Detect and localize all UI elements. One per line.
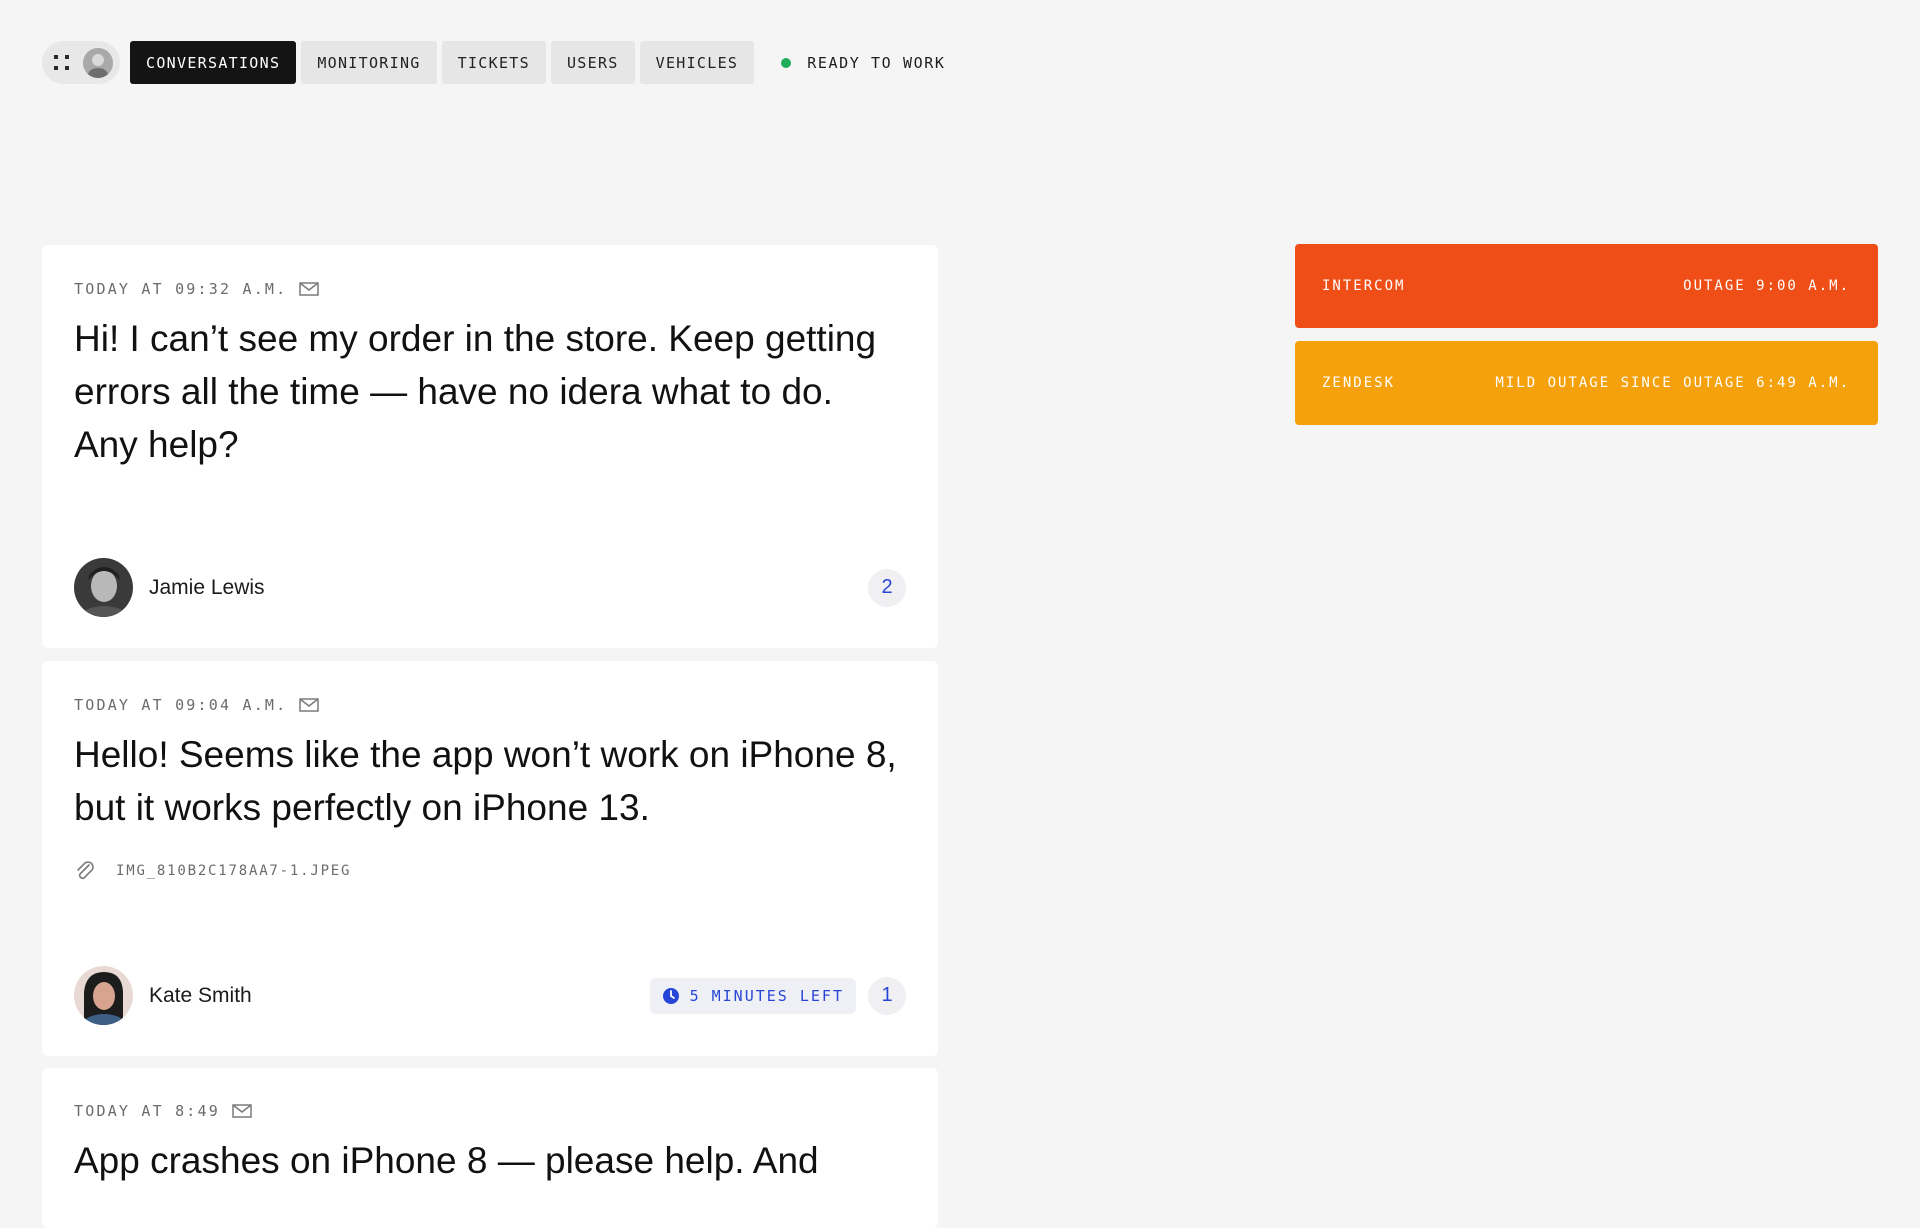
agent-status[interactable]: READY TO WORK [781,54,945,72]
top-navigation: CONVERSATIONS MONITORING TICKETS USERS V… [42,41,945,84]
attachment[interactable]: IMG_810B2C178AA7-1.JPEG [74,860,906,882]
status-label: READY TO WORK [807,53,946,72]
mail-icon [299,282,320,296]
conversation-meta: TODAY AT 8:49 [74,1068,906,1120]
unread-count-badge: 1 [868,976,906,1015]
conversation-timestamp: TODAY AT 09:04 A.M. [74,696,288,714]
user-name: Jamie Lewis [149,575,265,599]
conversation-footer: Kate Smith 5 MINUTES LEFT 1 [74,966,906,1025]
conversation-footer: Jamie Lewis 2 [74,558,906,617]
avatar [74,558,133,617]
tab-tickets[interactable]: TICKETS [441,41,546,84]
user-name: Kate Smith [149,983,252,1007]
conversation-meta: TODAY AT 09:04 A.M. [74,661,906,714]
outage-status: MILD OUTAGE SINCE OUTAGE 6:49 A.M. [1495,375,1850,391]
outage-service: ZENDESK [1322,375,1396,391]
avatar [74,966,133,1025]
grid-icon [54,54,70,71]
sla-timer-badge: 5 MINUTES LEFT [649,977,856,1014]
clock-icon [662,987,679,1004]
tab-monitoring[interactable]: MONITORING [301,41,437,84]
agent-avatar[interactable] [83,47,113,78]
outage-service: INTERCOM [1322,278,1406,294]
conversation-card[interactable]: TODAY AT 09:32 A.M. Hi! I can’t see my o… [42,245,938,648]
unread-count-badge: 2 [868,568,906,607]
attachment-filename: IMG_810B2C178AA7-1.JPEG [116,863,352,879]
conversation-message: App crashes on iPhone 8 — please help. A… [74,1140,819,1181]
outage-banner-zendesk[interactable]: ZENDESK MILD OUTAGE SINCE OUTAGE 6:49 A.… [1295,341,1878,425]
status-dot-icon [781,57,792,68]
timer-label: 5 MINUTES LEFT [689,986,844,1005]
conversation-message: Hello! Seems like the app won’t work on … [74,734,897,828]
mail-icon [232,1104,252,1118]
tab-conversations[interactable]: CONVERSATIONS [130,41,297,84]
mail-icon [299,698,320,712]
conversation-timestamp: TODAY AT 09:32 A.M. [74,280,288,298]
conversation-card[interactable]: TODAY AT 8:49 App crashes on iPhone 8 — … [42,1068,938,1228]
app-switcher[interactable] [42,41,120,84]
conversation-timestamp: TODAY AT 8:49 [74,1102,220,1120]
conversation-card[interactable]: TODAY AT 09:04 A.M. Hello! Seems like th… [42,661,938,1056]
conversation-meta: TODAY AT 09:32 A.M. [74,245,906,298]
tab-users[interactable]: USERS [550,41,635,84]
conversation-message: Hi! I can’t see my order in the store. K… [74,318,877,465]
outage-status: OUTAGE 9:00 A.M. [1683,278,1850,294]
outage-banner-intercom[interactable]: INTERCOM OUTAGE 9:00 A.M. [1295,244,1878,328]
tab-vehicles[interactable]: VEHICLES [639,41,755,84]
paperclip-icon [77,861,94,880]
